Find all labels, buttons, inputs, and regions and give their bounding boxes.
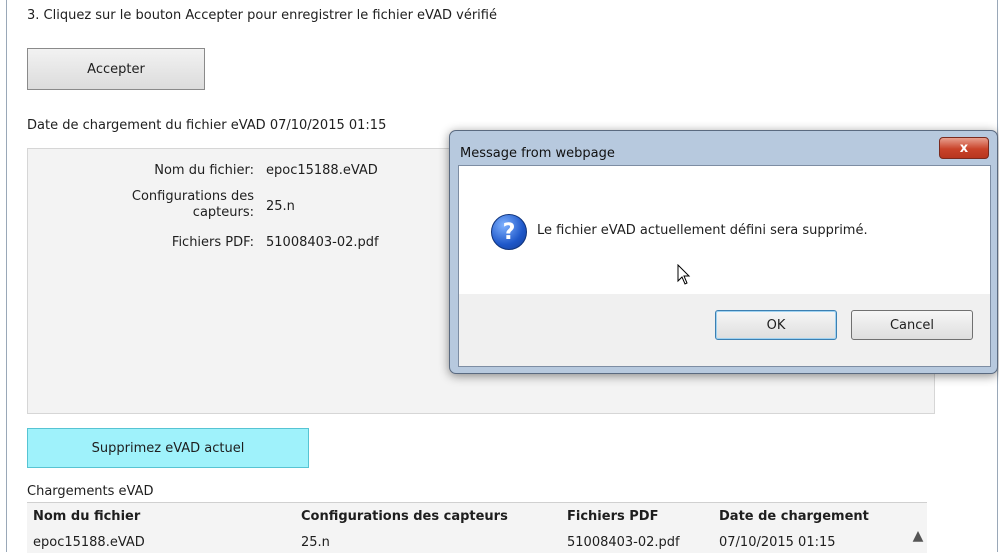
file-name-value: epoc15188.eVAD [266,163,378,178]
dialog-title: Message from webpage [460,146,615,161]
file-name-label: Nom du fichier: [154,163,254,178]
column-header-pdf-files[interactable]: Fichiers PDF [567,509,658,524]
dialog-message: Le fichier eVAD actuellement défini sera… [537,223,868,238]
load-date-label: Date de chargement du fichier eVAD 07/10… [27,118,387,133]
column-header-upload-date[interactable]: Date de chargement [719,509,869,524]
column-header-file-name[interactable]: Nom du fichier [33,509,140,524]
pdf-files-label: Fichiers PDF: [171,235,254,250]
message-dialog: Message from webpage x ? Le fichier eVAD… [449,130,998,374]
accept-button[interactable]: Accepter [27,48,205,90]
cancel-button[interactable]: Cancel [851,310,973,340]
delete-current-evad-button[interactable]: Supprimez eVAD actuel [27,428,309,468]
table-cell-sensor-config[interactable]: 25.n [301,535,330,550]
question-icon: ? [491,214,527,250]
dialog-body: ? Le fichier eVAD actuellement défini se… [458,165,991,367]
uploads-section-title: Chargements eVAD [27,484,154,499]
column-header-sensor-config[interactable]: Configurations des capteurs [301,509,508,524]
ok-button[interactable]: OK [715,310,837,340]
close-button[interactable]: x [939,137,989,159]
sensor-config-value: 25.n [266,199,295,214]
scroll-up-arrow-icon[interactable]: ▲ [911,520,925,552]
step-instruction: 3. Cliquez sur le bouton Accepter pour e… [27,8,497,23]
table-cell-pdf-file[interactable]: 51008403-02.pdf [567,535,680,550]
table-cell-upload-date[interactable]: 07/10/2015 01:15 [719,535,836,550]
dialog-content: ? Le fichier eVAD actuellement défini se… [459,166,990,294]
uploads-table: Nom du fichier Configurations des capteu… [27,502,927,553]
close-icon: x [959,140,969,156]
mouse-pointer-icon [677,264,691,285]
sensor-config-label-line2: capteurs: [192,205,254,220]
pdf-files-value: 51008403-02.pdf [266,235,379,250]
sensor-config-label-line1: Configurations des [131,189,254,204]
table-cell-file-name[interactable]: epoc15188.eVAD [33,535,145,550]
